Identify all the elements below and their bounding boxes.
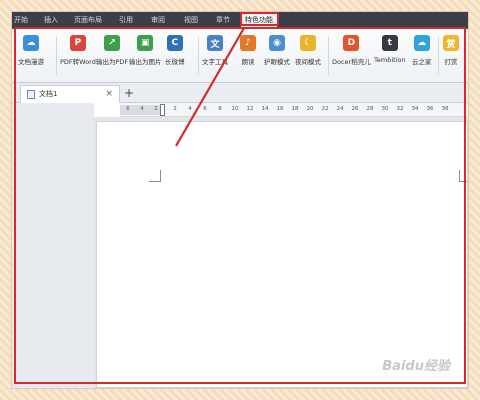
yunzhijia-icon: ☁ bbox=[413, 35, 430, 51]
ruler-tick: 36 bbox=[426, 106, 434, 112]
menu-page-layout[interactable]: 页面布局 bbox=[74, 12, 102, 29]
ruler-tick: 24 bbox=[336, 106, 344, 112]
ribbon-divider bbox=[198, 37, 199, 75]
tool-document-roaming[interactable]: ☁ 文档漫游 bbox=[18, 35, 44, 79]
pdf-to-word-icon: P bbox=[69, 35, 86, 51]
tool-label: 输出为图片 bbox=[129, 58, 162, 66]
margin-corner-marker bbox=[459, 170, 467, 182]
ruler-tick: 14 bbox=[261, 106, 269, 112]
reward-icon: 赏 bbox=[443, 35, 459, 51]
ribbon-toolbar: ☁ 文档漫游 P PDF转Word ↗ 输出为PDF ▣ 输出为图片 C 长微博… bbox=[12, 29, 468, 83]
tool-label: 云之家 bbox=[412, 58, 432, 66]
ribbon-divider bbox=[56, 37, 57, 75]
ruler-tick: 2 bbox=[173, 106, 177, 112]
tool-read-aloud[interactable]: ♪ 朗读 bbox=[240, 35, 256, 79]
menu-special-features[interactable]: 特色功能 bbox=[241, 12, 277, 29]
indent-marker[interactable] bbox=[160, 104, 165, 116]
ruler-tick: 16 bbox=[276, 106, 284, 112]
ruler-tick: 10 bbox=[231, 106, 239, 112]
document-tab[interactable]: 文档1 × bbox=[20, 85, 120, 103]
tool-yunzhijia[interactable]: ☁ 云之家 bbox=[412, 35, 432, 79]
tool-export-image[interactable]: ▣ 输出为图片 bbox=[129, 35, 162, 79]
menu-insert[interactable]: 插入 bbox=[44, 12, 58, 29]
menu-view[interactable]: 视图 bbox=[184, 12, 198, 29]
tool-label: 文档漫游 bbox=[18, 58, 44, 66]
menu-home[interactable]: 开始 bbox=[14, 12, 28, 29]
ribbon-divider bbox=[328, 37, 329, 75]
ruler-tick: 26 bbox=[351, 106, 359, 112]
document-tab-bar: 文档1 × + bbox=[12, 83, 468, 103]
tembition-icon: t bbox=[381, 35, 398, 51]
left-panel bbox=[12, 103, 94, 388]
watermark: Baidu经验 bbox=[382, 359, 450, 374]
tool-label: 输出为PDF bbox=[96, 58, 129, 66]
ruler-tick: 6 bbox=[203, 106, 207, 112]
ruler-tick: 4 bbox=[188, 106, 192, 112]
export-image-icon: ▣ bbox=[137, 35, 154, 51]
ruler-tick: 30 bbox=[381, 106, 389, 112]
tool-export-pdf[interactable]: ↗ 输出为PDF bbox=[96, 35, 128, 79]
long-weibo-icon: C bbox=[166, 35, 183, 51]
ruler-tick: 28 bbox=[366, 106, 374, 112]
tool-label: PDF转Word bbox=[60, 58, 96, 66]
ruler-tick: 32 bbox=[396, 106, 404, 112]
tool-label: 打赏 bbox=[444, 58, 458, 66]
ruler-tick: 34 bbox=[411, 106, 419, 112]
cloud-roam-icon: ☁ bbox=[23, 35, 39, 51]
export-pdf-icon: ↗ bbox=[104, 35, 121, 51]
ruler-tick: 18 bbox=[291, 106, 299, 112]
tool-text-tools[interactable]: 文 文字工具 bbox=[202, 35, 228, 79]
tool-pdf-to-word[interactable]: P PDF转Word bbox=[60, 35, 96, 79]
close-icon[interactable]: × bbox=[105, 86, 113, 102]
tool-label: Tembition bbox=[374, 56, 406, 64]
ruler-tick: 12 bbox=[246, 106, 254, 112]
menu-review[interactable]: 审阅 bbox=[151, 12, 165, 29]
document-tab-label: 文档1 bbox=[39, 90, 58, 98]
tool-label: 长微博 bbox=[165, 58, 185, 66]
menu-bar: 开始 插入 页面布局 引用 审阅 视图 章节 特色功能 bbox=[12, 12, 468, 29]
tool-label: 护眼模式 bbox=[264, 58, 290, 66]
horizontal-ruler[interactable]: 6 4 2 2 4 6 8 10 12 14 16 18 20 22 24 26… bbox=[120, 103, 468, 117]
wps-window: 开始 插入 页面布局 引用 审阅 视图 章节 特色功能 ☁ 文档漫游 P PDF… bbox=[12, 12, 468, 388]
tool-label: Docer稻壳儿 bbox=[332, 58, 371, 66]
tool-reward[interactable]: 赏 打赏 bbox=[443, 35, 459, 79]
ruler-tick: 4 bbox=[140, 106, 144, 112]
tool-tembition[interactable]: t Tembition bbox=[374, 35, 406, 79]
tool-label: 朗读 bbox=[241, 58, 255, 66]
tool-label: 文字工具 bbox=[202, 58, 228, 66]
ruler-tick: 22 bbox=[321, 106, 329, 112]
text-tools-icon: 文 bbox=[207, 35, 223, 51]
new-tab-button[interactable]: + bbox=[124, 86, 134, 100]
tool-long-weibo[interactable]: C 长微博 bbox=[165, 35, 185, 79]
night-mode-icon: ☾ bbox=[300, 35, 316, 51]
ruler-tick: 38 bbox=[441, 106, 449, 112]
menu-sections[interactable]: 章节 bbox=[216, 12, 230, 29]
document-page[interactable] bbox=[96, 121, 468, 388]
document-icon bbox=[27, 90, 35, 99]
ruler-tick: 20 bbox=[306, 106, 314, 112]
docer-icon: D bbox=[343, 35, 360, 51]
document-workspace bbox=[94, 117, 468, 388]
ruler-tick: 6 bbox=[126, 106, 130, 112]
menu-references[interactable]: 引用 bbox=[119, 12, 133, 29]
ribbon-divider bbox=[438, 37, 439, 75]
read-aloud-icon: ♪ bbox=[240, 35, 256, 51]
margin-corner-marker bbox=[149, 170, 161, 182]
tool-eye-care-mode[interactable]: ◉ 护眼模式 bbox=[264, 35, 290, 79]
tool-docer[interactable]: D Docer稻壳儿 bbox=[332, 35, 371, 79]
ruler-tick: 2 bbox=[154, 106, 158, 112]
tool-night-mode[interactable]: ☾ 夜间模式 bbox=[295, 35, 321, 79]
tool-label: 夜间模式 bbox=[295, 58, 321, 66]
eye-care-icon: ◉ bbox=[269, 35, 285, 51]
ruler-tick: 8 bbox=[218, 106, 222, 112]
